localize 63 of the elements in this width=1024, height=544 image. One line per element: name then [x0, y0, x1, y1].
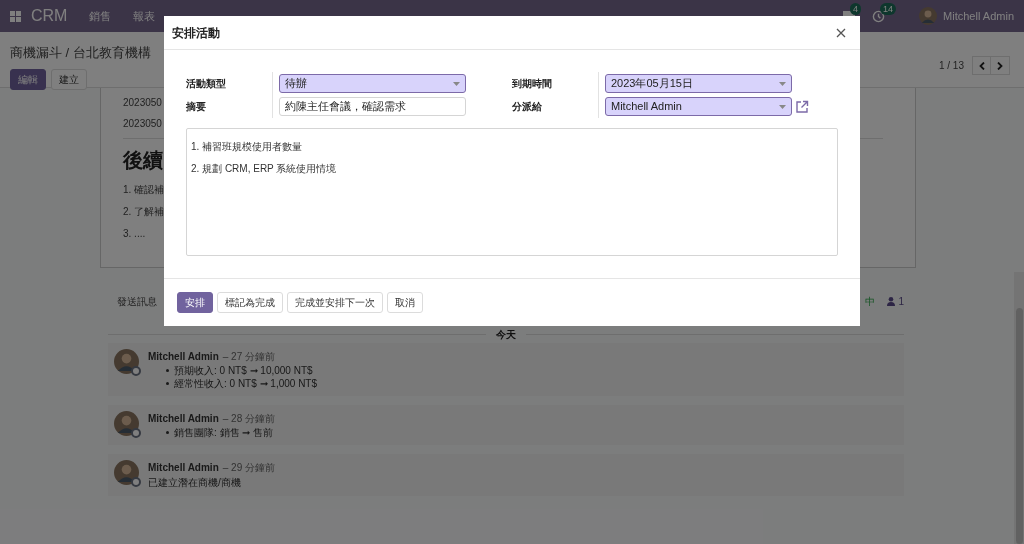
select-field[interactable]: Mitchell Admin — [605, 97, 792, 116]
field-label: 分派給 — [511, 100, 543, 114]
scrollbar-thumb[interactable] — [1015, 308, 1023, 544]
menu-item[interactable]: 銷售 — [89, 7, 112, 25]
status-icon — [131, 366, 141, 376]
apps-menu-icon[interactable] — [10, 10, 21, 22]
avatar-icon — [114, 349, 139, 374]
list-line: 3. .... — [123, 228, 146, 239]
avatar-icon — [114, 460, 139, 485]
select-field[interactable]: 待辦 — [279, 74, 466, 93]
sheet-line: 2023050 — [123, 97, 162, 108]
note-editor[interactable]: 1. 補習班規模使用者數量 2. 規劃 CRM, ERP 系統使用情境 — [186, 128, 838, 256]
app-name[interactable]: CRM — [31, 4, 68, 28]
secondary-button[interactable]: 標記為完成 — [217, 292, 283, 313]
bullet-icon — [166, 382, 169, 385]
date-divider: 今天 — [496, 327, 516, 342]
user-name[interactable]: Mitchell Admin — [943, 7, 1014, 25]
count-badge: 4 — [850, 3, 862, 15]
caret-icon — [779, 81, 786, 86]
dialog-title: 安排活動 — [172, 24, 220, 42]
pager-text: 1 / 13 — [938, 59, 964, 73]
previous-button[interactable] — [972, 56, 991, 75]
bullet-icon — [166, 431, 169, 434]
avatar-icon — [919, 7, 938, 25]
primary-button[interactable]: 編輯 — [10, 69, 46, 90]
close-icon[interactable] — [836, 27, 846, 38]
field-label: 到期時間 — [511, 77, 553, 91]
sheet-heading: 後續 — [123, 149, 163, 171]
chevron-right-icon — [997, 61, 1003, 70]
list-line: 2. 了解補 — [123, 206, 165, 217]
caret-icon — [779, 104, 786, 109]
chevron-left-icon — [978, 61, 985, 70]
status-icon — [131, 477, 141, 487]
note-line: 1. 補習班規模使用者數量 — [191, 141, 303, 152]
status-icon — [131, 428, 141, 438]
message-author: Mitchell Admin — [148, 461, 219, 475]
breadcrumb: 商機漏斗 / 台北教育機構 — [10, 45, 151, 60]
message-body: 已建立潛在商機/商機 — [148, 476, 242, 490]
follower-count[interactable]: 1 — [898, 293, 904, 309]
select-field[interactable]: 2023年05月15日 — [605, 74, 792, 93]
secondary-button[interactable]: 取消 — [387, 292, 423, 313]
field-label: 活動類型 — [185, 77, 227, 91]
list-line: 1. 確認補 — [123, 184, 165, 195]
sheet-line: 2023050 — [123, 118, 162, 129]
note-line: 2. 規劃 CRM, ERP 系統使用情境 — [191, 163, 337, 174]
avatar-icon — [114, 411, 139, 436]
tracking-value: 銷售團隊: 銷售 ➞ 售前 — [174, 426, 274, 440]
external-link-icon[interactable] — [795, 99, 809, 114]
input-field[interactable]: 約陳主任會議，確認需求 — [279, 97, 466, 116]
primary-button[interactable]: 安排 — [177, 292, 213, 313]
secondary-button[interactable]: 完成並安排下一次 — [287, 292, 383, 313]
tracking-value: 經常性收入: 0 NT$ ➞ 1,000 NT$ — [174, 377, 318, 391]
message-author: Mitchell Admin — [148, 412, 219, 426]
message-author: Mitchell Admin — [148, 350, 219, 364]
count-badge: 14 — [880, 2, 897, 15]
user-icon[interactable] — [887, 296, 896, 306]
caret-icon — [453, 81, 460, 86]
bullet-icon — [166, 369, 169, 372]
send-message-button[interactable]: 發送訊息 — [117, 293, 157, 309]
tracking-value: 預期收入: 0 NT$ ➞ 10,000 NT$ — [174, 364, 313, 378]
field-label: 摘要 — [185, 100, 207, 114]
next-button[interactable] — [991, 56, 1010, 75]
secondary-button[interactable]: 建立 — [51, 69, 87, 90]
